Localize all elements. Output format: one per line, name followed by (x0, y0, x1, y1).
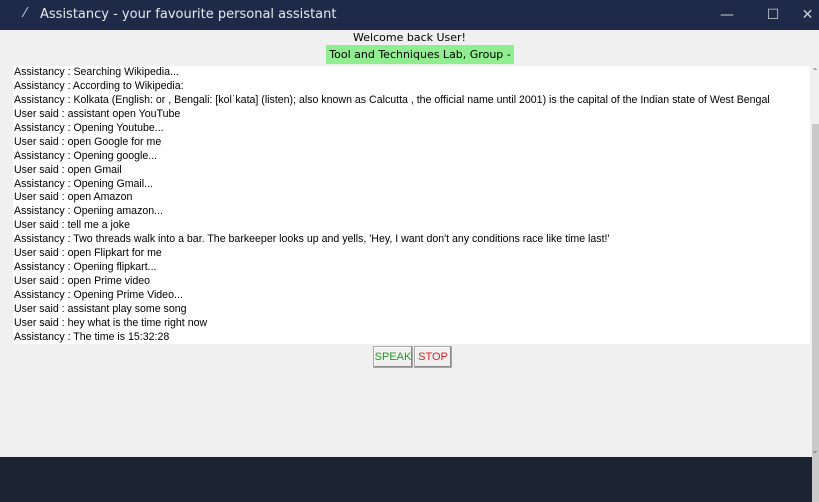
log-line: User said : open Gmail (14, 163, 122, 176)
log-line: Assistancy : The time is 15:32:28 (14, 330, 170, 343)
log-line: User said : hey what is the time right n… (14, 316, 208, 329)
conversation-log[interactable]: Assistancy : Searching Wikipedia... Assis… (13, 66, 810, 344)
log-line: Assistancy : Opening Gmail... (14, 177, 153, 190)
group-banner: Tool and Techniques Lab, Group - 3 (326, 45, 514, 80)
log-line: User said : tell me a joke (14, 219, 130, 232)
log-line: Assistancy : According to Wikipedia: (14, 79, 184, 92)
log-line: Assistancy : Opening flipkart... (14, 261, 157, 274)
title-bar[interactable]: ⁄ Assistancy - your favourite personal a… (0, 0, 819, 30)
log-line: Assistancy : Searching Wikipedia... (14, 66, 179, 78)
log-line: Assistancy : Opening Prime Video... (14, 289, 183, 301)
log-line: Assistancy : Opening google... (14, 149, 158, 162)
log-line: Assistancy : Two threads walk into a bar… (14, 233, 610, 246)
window-title: Assistancy - your favourite personal ass… (40, 7, 337, 22)
log-line: Assistancy : Kolkata (English: or , Beng… (14, 93, 770, 106)
welcome-label: Welcome back User! (353, 31, 466, 44)
scroll-down-arrow-icon[interactable]: ⌄ (811, 445, 819, 457)
speak-button[interactable]: SPEAK (373, 346, 413, 368)
log-line: User said : open Google for me (14, 135, 162, 148)
log-line: User said : open Prime video (14, 275, 151, 288)
feather-icon: ⁄ (24, 6, 27, 21)
maximize-button[interactable]: ☐ (750, 0, 796, 30)
close-button[interactable]: ✕ (796, 0, 819, 30)
vertical-scrollbar[interactable]: ⌃ ⌄ (811, 66, 819, 502)
log-line: Assistancy : Opening amazon... (14, 205, 163, 218)
app-window: ⁄ Assistancy - your favourite personal a… (0, 0, 819, 502)
log-line: User said : open Amazon (14, 191, 133, 204)
log-line: User said : assistant open YouTube (14, 107, 181, 120)
log-line: User said : open Flipkart for me (14, 247, 162, 260)
scroll-up-arrow-icon[interactable]: ⌃ (811, 66, 819, 78)
log-line: User said : assistant play some song (14, 302, 187, 315)
log-line: Assistancy : Opening Youtube... (14, 121, 164, 134)
stop-button[interactable]: STOP (414, 346, 452, 368)
minimize-button[interactable]: — (704, 0, 750, 30)
